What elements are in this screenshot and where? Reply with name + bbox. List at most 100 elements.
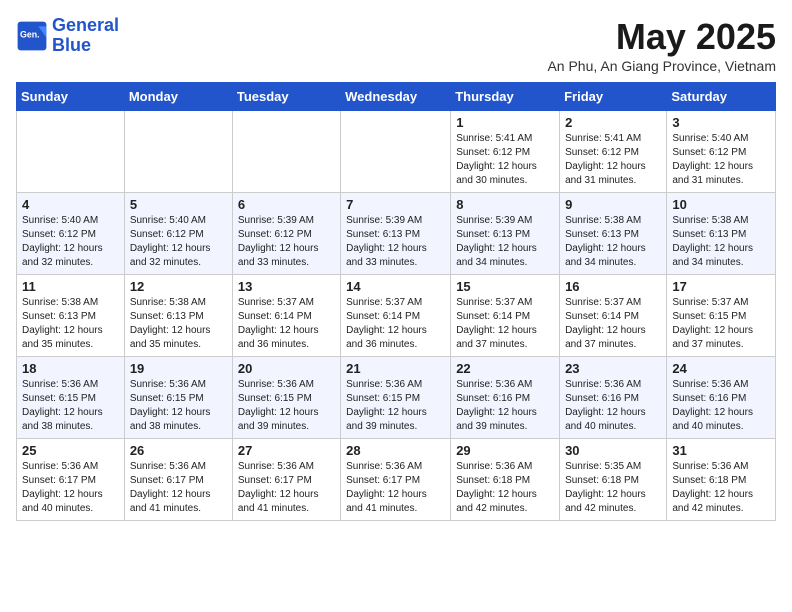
day-info: Sunrise: 5:37 AM Sunset: 6:14 PM Dayligh… xyxy=(565,296,661,352)
calendar-cell: 11 Sunrise: 5:38 AM Sunset: 6:13 PM Dayli… xyxy=(17,275,125,357)
day-info: Sunrise: 5:36 AM Sunset: 6:17 PM Dayligh… xyxy=(238,460,335,516)
weekday-header-friday: Friday xyxy=(560,83,667,111)
calendar-cell: 10 Sunrise: 5:38 AM Sunset: 6:13 PM Dayli… xyxy=(667,193,776,275)
day-number: 5 xyxy=(130,197,227,212)
calendar-cell: 23Sunrise: 5:36 AM Sunset: 6:16 PM Dayli… xyxy=(560,357,667,439)
calendar-cell: 19 Sunrise: 5:36 AM Sunset: 6:15 PM Dayli… xyxy=(124,357,232,439)
day-info: Sunrise: 5:38 AM Sunset: 6:13 PM Dayligh… xyxy=(22,296,119,352)
calendar-cell xyxy=(124,111,232,193)
weekday-header-tuesday: Tuesday xyxy=(232,83,340,111)
calendar-cell: 20 Sunrise: 5:36 AM Sunset: 6:15 PM Dayli… xyxy=(232,357,340,439)
calendar-cell: 4Sunrise: 5:40 AM Sunset: 6:12 PM Daylig… xyxy=(17,193,125,275)
day-number: 20 xyxy=(238,361,335,376)
calendar-cell: 3 Sunrise: 5:40 AM Sunset: 6:12 PM Daylig… xyxy=(667,111,776,193)
logo-general: General xyxy=(52,15,119,35)
day-number: 13 xyxy=(238,279,335,294)
logo-blue: Blue xyxy=(52,35,91,55)
day-number: 27 xyxy=(238,443,335,458)
calendar-cell: 26 Sunrise: 5:36 AM Sunset: 6:17 PM Dayli… xyxy=(124,439,232,521)
weekday-header-sunday: Sunday xyxy=(17,83,125,111)
calendar-table: SundayMondayTuesdayWednesdayThursdayFrid… xyxy=(16,82,776,521)
weekday-header-wednesday: Wednesday xyxy=(341,83,451,111)
day-number: 2 xyxy=(565,115,661,130)
logo-icon: Gen. xyxy=(16,20,48,52)
day-number: 23 xyxy=(565,361,661,376)
day-info: Sunrise: 5:36 AM Sunset: 6:16 PM Dayligh… xyxy=(672,378,770,434)
calendar-cell: 27 Sunrise: 5:36 AM Sunset: 6:17 PM Dayli… xyxy=(232,439,340,521)
day-info: Sunrise: 5:39 AM Sunset: 6:12 PM Dayligh… xyxy=(238,214,335,270)
day-number: 31 xyxy=(672,443,770,458)
calendar-cell: 22 Sunrise: 5:36 AM Sunset: 6:16 PM Dayli… xyxy=(451,357,560,439)
calendar-cell: 9Sunrise: 5:38 AM Sunset: 6:13 PM Daylig… xyxy=(560,193,667,275)
calendar-cell: 25 Sunrise: 5:36 AM Sunset: 6:17 PM Dayli… xyxy=(17,439,125,521)
week-row-4: 18Sunrise: 5:36 AM Sunset: 6:15 PM Dayli… xyxy=(17,357,776,439)
day-info: Sunrise: 5:37 AM Sunset: 6:14 PM Dayligh… xyxy=(456,296,554,352)
day-number: 19 xyxy=(130,361,227,376)
day-info: Sunrise: 5:36 AM Sunset: 6:17 PM Dayligh… xyxy=(346,460,445,516)
day-number: 21 xyxy=(346,361,445,376)
weekday-header-saturday: Saturday xyxy=(667,83,776,111)
day-info: Sunrise: 5:40 AM Sunset: 6:12 PM Dayligh… xyxy=(672,132,770,188)
day-number: 24 xyxy=(672,361,770,376)
calendar-cell: 30Sunrise: 5:35 AM Sunset: 6:18 PM Dayli… xyxy=(560,439,667,521)
location-subtitle: An Phu, An Giang Province, Vietnam xyxy=(547,58,776,74)
day-number: 7 xyxy=(346,197,445,212)
day-info: Sunrise: 5:39 AM Sunset: 6:13 PM Dayligh… xyxy=(346,214,445,270)
day-info: Sunrise: 5:37 AM Sunset: 6:14 PM Dayligh… xyxy=(346,296,445,352)
calendar-cell: 5 Sunrise: 5:40 AM Sunset: 6:12 PM Daylig… xyxy=(124,193,232,275)
svg-text:Gen.: Gen. xyxy=(20,29,40,39)
day-number: 28 xyxy=(346,443,445,458)
day-info: Sunrise: 5:36 AM Sunset: 6:17 PM Dayligh… xyxy=(130,460,227,516)
day-number: 25 xyxy=(22,443,119,458)
day-number: 11 xyxy=(22,279,119,294)
day-number: 6 xyxy=(238,197,335,212)
calendar-cell: 15 Sunrise: 5:37 AM Sunset: 6:14 PM Dayli… xyxy=(451,275,560,357)
day-number: 12 xyxy=(130,279,227,294)
calendar-cell: 7 Sunrise: 5:39 AM Sunset: 6:13 PM Daylig… xyxy=(341,193,451,275)
logo-text: General Blue xyxy=(52,16,119,56)
day-number: 4 xyxy=(22,197,119,212)
calendar-cell: 14 Sunrise: 5:37 AM Sunset: 6:14 PM Dayli… xyxy=(341,275,451,357)
day-info: Sunrise: 5:38 AM Sunset: 6:13 PM Dayligh… xyxy=(672,214,770,270)
day-info: Sunrise: 5:40 AM Sunset: 6:12 PM Dayligh… xyxy=(130,214,227,270)
day-info: Sunrise: 5:36 AM Sunset: 6:15 PM Dayligh… xyxy=(130,378,227,434)
day-info: Sunrise: 5:36 AM Sunset: 6:15 PM Dayligh… xyxy=(238,378,335,434)
month-title: May 2025 xyxy=(547,16,776,58)
calendar-cell: 28 Sunrise: 5:36 AM Sunset: 6:17 PM Dayli… xyxy=(341,439,451,521)
calendar-cell: 31 Sunrise: 5:36 AM Sunset: 6:18 PM Dayli… xyxy=(667,439,776,521)
day-number: 15 xyxy=(456,279,554,294)
calendar-cell: 6 Sunrise: 5:39 AM Sunset: 6:12 PM Daylig… xyxy=(232,193,340,275)
week-row-5: 25 Sunrise: 5:36 AM Sunset: 6:17 PM Dayli… xyxy=(17,439,776,521)
calendar-cell xyxy=(232,111,340,193)
calendar-cell xyxy=(341,111,451,193)
day-info: Sunrise: 5:36 AM Sunset: 6:17 PM Dayligh… xyxy=(22,460,119,516)
day-number: 14 xyxy=(346,279,445,294)
day-info: Sunrise: 5:36 AM Sunset: 6:15 PM Dayligh… xyxy=(22,378,119,434)
calendar-cell: 13 Sunrise: 5:37 AM Sunset: 6:14 PM Dayli… xyxy=(232,275,340,357)
calendar-cell: 8Sunrise: 5:39 AM Sunset: 6:13 PM Daylig… xyxy=(451,193,560,275)
day-info: Sunrise: 5:36 AM Sunset: 6:18 PM Dayligh… xyxy=(456,460,554,516)
day-info: Sunrise: 5:41 AM Sunset: 6:12 PM Dayligh… xyxy=(565,132,661,188)
day-number: 3 xyxy=(672,115,770,130)
day-info: Sunrise: 5:36 AM Sunset: 6:16 PM Dayligh… xyxy=(456,378,554,434)
day-info: Sunrise: 5:36 AM Sunset: 6:18 PM Dayligh… xyxy=(672,460,770,516)
calendar-cell: 29Sunrise: 5:36 AM Sunset: 6:18 PM Dayli… xyxy=(451,439,560,521)
calendar-cell: 18Sunrise: 5:36 AM Sunset: 6:15 PM Dayli… xyxy=(17,357,125,439)
page-header: Gen. General Blue May 2025 An Phu, An Gi… xyxy=(16,16,776,74)
day-info: Sunrise: 5:37 AM Sunset: 6:14 PM Dayligh… xyxy=(238,296,335,352)
week-row-1: 1Sunrise: 5:41 AM Sunset: 6:12 PM Daylig… xyxy=(17,111,776,193)
calendar-cell xyxy=(17,111,125,193)
day-number: 8 xyxy=(456,197,554,212)
day-number: 17 xyxy=(672,279,770,294)
logo: Gen. General Blue xyxy=(16,16,119,56)
day-info: Sunrise: 5:38 AM Sunset: 6:13 PM Dayligh… xyxy=(130,296,227,352)
week-row-2: 4 Sunrise: 5:40 AM Sunset: 6:12 PM Daylig… xyxy=(17,193,776,275)
day-number: 22 xyxy=(456,361,554,376)
weekday-header-row: SundayMondayTuesdayWednesdayThursdayFrid… xyxy=(17,83,776,111)
day-info: Sunrise: 5:37 AM Sunset: 6:15 PM Dayligh… xyxy=(672,296,770,352)
day-info: Sunrise: 5:36 AM Sunset: 6:15 PM Dayligh… xyxy=(346,378,445,434)
day-number: 10 xyxy=(672,197,770,212)
day-number: 26 xyxy=(130,443,227,458)
week-row-3: 11 Sunrise: 5:38 AM Sunset: 6:13 PM Dayli… xyxy=(17,275,776,357)
day-info: Sunrise: 5:35 AM Sunset: 6:18 PM Dayligh… xyxy=(565,460,661,516)
